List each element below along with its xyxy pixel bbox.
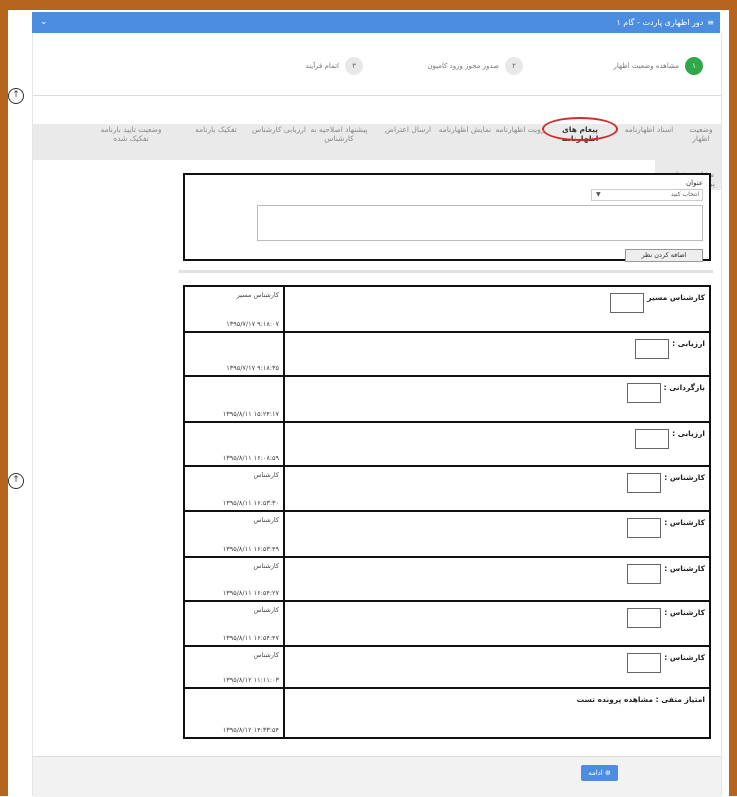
message-timestamp: ۱۴:۳۳:۵۴ ۱۳۹۵/۸/۱۲ xyxy=(222,726,279,734)
message-timestamp: ۱۶:۵۴:۴۷ ۱۳۹۵/۸/۱۱ xyxy=(222,634,279,642)
step-1: ۱ مشاهده وضعیت اظهار xyxy=(613,57,703,75)
continue-label: ادامه xyxy=(588,769,603,777)
tab-objection[interactable]: ارسال اعتراض xyxy=(383,125,433,134)
message-text: کارشناس : xyxy=(664,608,705,617)
tab-correction[interactable]: پیشنهاد اصلاحیه به کارشناس xyxy=(299,125,379,143)
window-title: دور اظهاری پاردت - گام ۱ xyxy=(616,18,704,27)
message-text: امتیاز منفی : مشاهده پرونده تست xyxy=(576,695,705,704)
tab-view[interactable]: رویت اظهارنامه xyxy=(495,125,545,134)
scroll-up-icon-lower[interactable]: ↑ xyxy=(8,473,24,489)
message-timestamp: ۱۶:۵۳:۳۰ ۱۳۹۵/۸/۱۱ xyxy=(222,499,279,507)
window-titlebar: ≡دور اظهاری پاردت - گام ۱ ⌄ xyxy=(32,12,720,33)
tab-evaluation[interactable]: ارزیابی کارشناس xyxy=(251,125,307,134)
footer-bar: ادامه ⊕ xyxy=(33,756,721,797)
table-row: بازگردانی : ۱۵:۲۴:۱۷ ۱۳۹۵/۸/۱۱ xyxy=(185,377,709,423)
message-timestamp: ۱۶:۵۴:۲۷ ۱۳۹۵/۸/۱۱ xyxy=(222,589,279,597)
step-3: ۳ اتمام فرآیند xyxy=(305,57,363,75)
dropdown-arrow-icon: ▼ xyxy=(596,191,601,198)
progress-stepper: ۱ مشاهده وضعیت اظهار ۲ صدور مجوز ورود کا… xyxy=(33,53,721,83)
table-row: ارزیابی : ۹:۱۸:۳۵ ۱۳۹۵/۷/۱۷ xyxy=(185,333,709,377)
scroll-up-icon[interactable]: ↑ xyxy=(8,88,24,104)
comment-form: عنوان انتخاب کنید ▼ اضافه کردن نظر xyxy=(183,173,711,262)
arrow-left-circle-icon: ⊕ xyxy=(604,769,611,777)
message-text: بازگردانی : xyxy=(663,383,705,392)
message-author: کارشناس مسیر xyxy=(236,291,279,299)
message-timestamp: ۱۶:۰۸:۵۹ ۱۳۹۵/۸/۱۱ xyxy=(222,454,279,462)
table-row: ارزیابی : ۱۶:۰۸:۵۹ ۱۳۹۵/۸/۱۱ xyxy=(185,423,709,467)
messages-table: کارشناس مسیر کارشناس مسیر ۹:۱۸:۰۷ ۱۳۹۵/۷/… xyxy=(183,285,711,739)
step-number: ۲ xyxy=(505,57,523,75)
step-label: مشاهده وضعیت اظهار xyxy=(613,62,679,70)
tab-documents[interactable]: اسناد اظهارنامه xyxy=(621,125,677,134)
value-box xyxy=(610,293,645,313)
divider xyxy=(33,95,721,96)
table-row: امتیاز منفی : مشاهده پرونده تست ۱۴:۳۳:۵۴… xyxy=(185,689,709,737)
comment-textarea[interactable] xyxy=(257,205,703,241)
message-text: کارشناس : xyxy=(664,473,705,482)
message-author: کارشناس xyxy=(253,562,279,570)
select-value: انتخاب کنید xyxy=(670,191,699,198)
continue-button[interactable]: ادامه ⊕ xyxy=(581,765,618,781)
message-text: کارشناس : xyxy=(664,653,705,662)
tab-status[interactable]: وضعیت اظهار xyxy=(681,125,721,143)
title-select[interactable]: انتخاب کنید ▼ xyxy=(591,189,703,201)
message-timestamp: ۱۶:۵۳:۴۹ ۱۳۹۵/۸/۱۱ xyxy=(222,545,279,553)
table-row: کارشناس مسیر کارشناس مسیر ۹:۱۸:۰۷ ۱۳۹۵/۷/… xyxy=(185,287,709,333)
step-number: ۳ xyxy=(345,57,363,75)
chevron-down-icon[interactable]: ⌄ xyxy=(40,12,48,33)
message-author: کارشناس xyxy=(253,516,279,524)
message-text: کارشناس مسیر xyxy=(647,293,705,302)
table-row: کارشناس : کارشناس ۱۱:۱۱:۰۳ ۱۳۹۵/۸/۱۲ xyxy=(185,647,709,689)
message-author: کارشناس xyxy=(253,651,279,659)
table-row: کارشناس : کارشناس ۱۶:۵۳:۴۹ ۱۳۹۵/۸/۱۱ xyxy=(185,512,709,558)
value-box xyxy=(627,564,662,584)
main-content: ۱ مشاهده وضعیت اظهار ۲ صدور مجوز ورود کا… xyxy=(32,33,722,797)
message-timestamp: ۹:۱۸:۰۷ ۱۳۹۵/۷/۱۷ xyxy=(226,320,279,328)
message-text: ارزیابی : xyxy=(672,429,705,438)
step-number: ۱ xyxy=(685,57,703,75)
message-text: کارشناس : xyxy=(664,518,705,527)
add-comment-button[interactable]: اضافه کردن نظر xyxy=(625,249,703,262)
step-2: ۲ صدور مجوز ورود کامیون xyxy=(427,57,523,75)
value-box xyxy=(635,429,670,449)
message-text: کارشناس : xyxy=(664,564,705,573)
tab-split[interactable]: تفکیک بارنامه xyxy=(191,125,241,134)
table-row: کارشناس : کارشناس ۱۶:۵۴:۲۷ ۱۳۹۵/۸/۱۱ xyxy=(185,558,709,602)
tab-show[interactable]: نمایش اظهارنامه xyxy=(437,125,493,134)
value-box xyxy=(627,473,662,493)
tab-split-approval[interactable]: وضعیت تایید بارنامه تفکیک شده xyxy=(91,125,171,143)
message-timestamp: ۹:۱۸:۳۵ ۱۳۹۵/۷/۱۷ xyxy=(226,364,279,372)
message-author: کارشناس xyxy=(253,471,279,479)
step-label: اتمام فرآیند xyxy=(305,62,339,70)
message-timestamp: ۱۱:۱۱:۰۳ ۱۳۹۵/۸/۱۲ xyxy=(222,676,279,684)
menu-icon[interactable]: ≡ xyxy=(707,12,714,33)
step-label: صدور مجوز ورود کامیون xyxy=(427,62,499,70)
title-label: عنوان xyxy=(686,179,703,187)
value-box xyxy=(635,339,670,359)
value-box xyxy=(626,383,661,403)
selected-tab-highlight xyxy=(542,117,618,141)
value-box xyxy=(627,653,662,673)
section-separator xyxy=(179,270,713,273)
value-box xyxy=(627,518,662,538)
message-author: کارشناس xyxy=(253,606,279,614)
table-row: کارشناس : کارشناس ۱۶:۵۴:۴۷ ۱۳۹۵/۸/۱۱ xyxy=(185,602,709,647)
value-box xyxy=(627,608,662,628)
message-text: ارزیابی : xyxy=(672,339,705,348)
table-row: کارشناس : کارشناس ۱۶:۵۳:۳۰ ۱۳۹۵/۸/۱۱ xyxy=(185,467,709,512)
message-timestamp: ۱۵:۲۴:۱۷ ۱۳۹۵/۸/۱۱ xyxy=(222,410,279,418)
